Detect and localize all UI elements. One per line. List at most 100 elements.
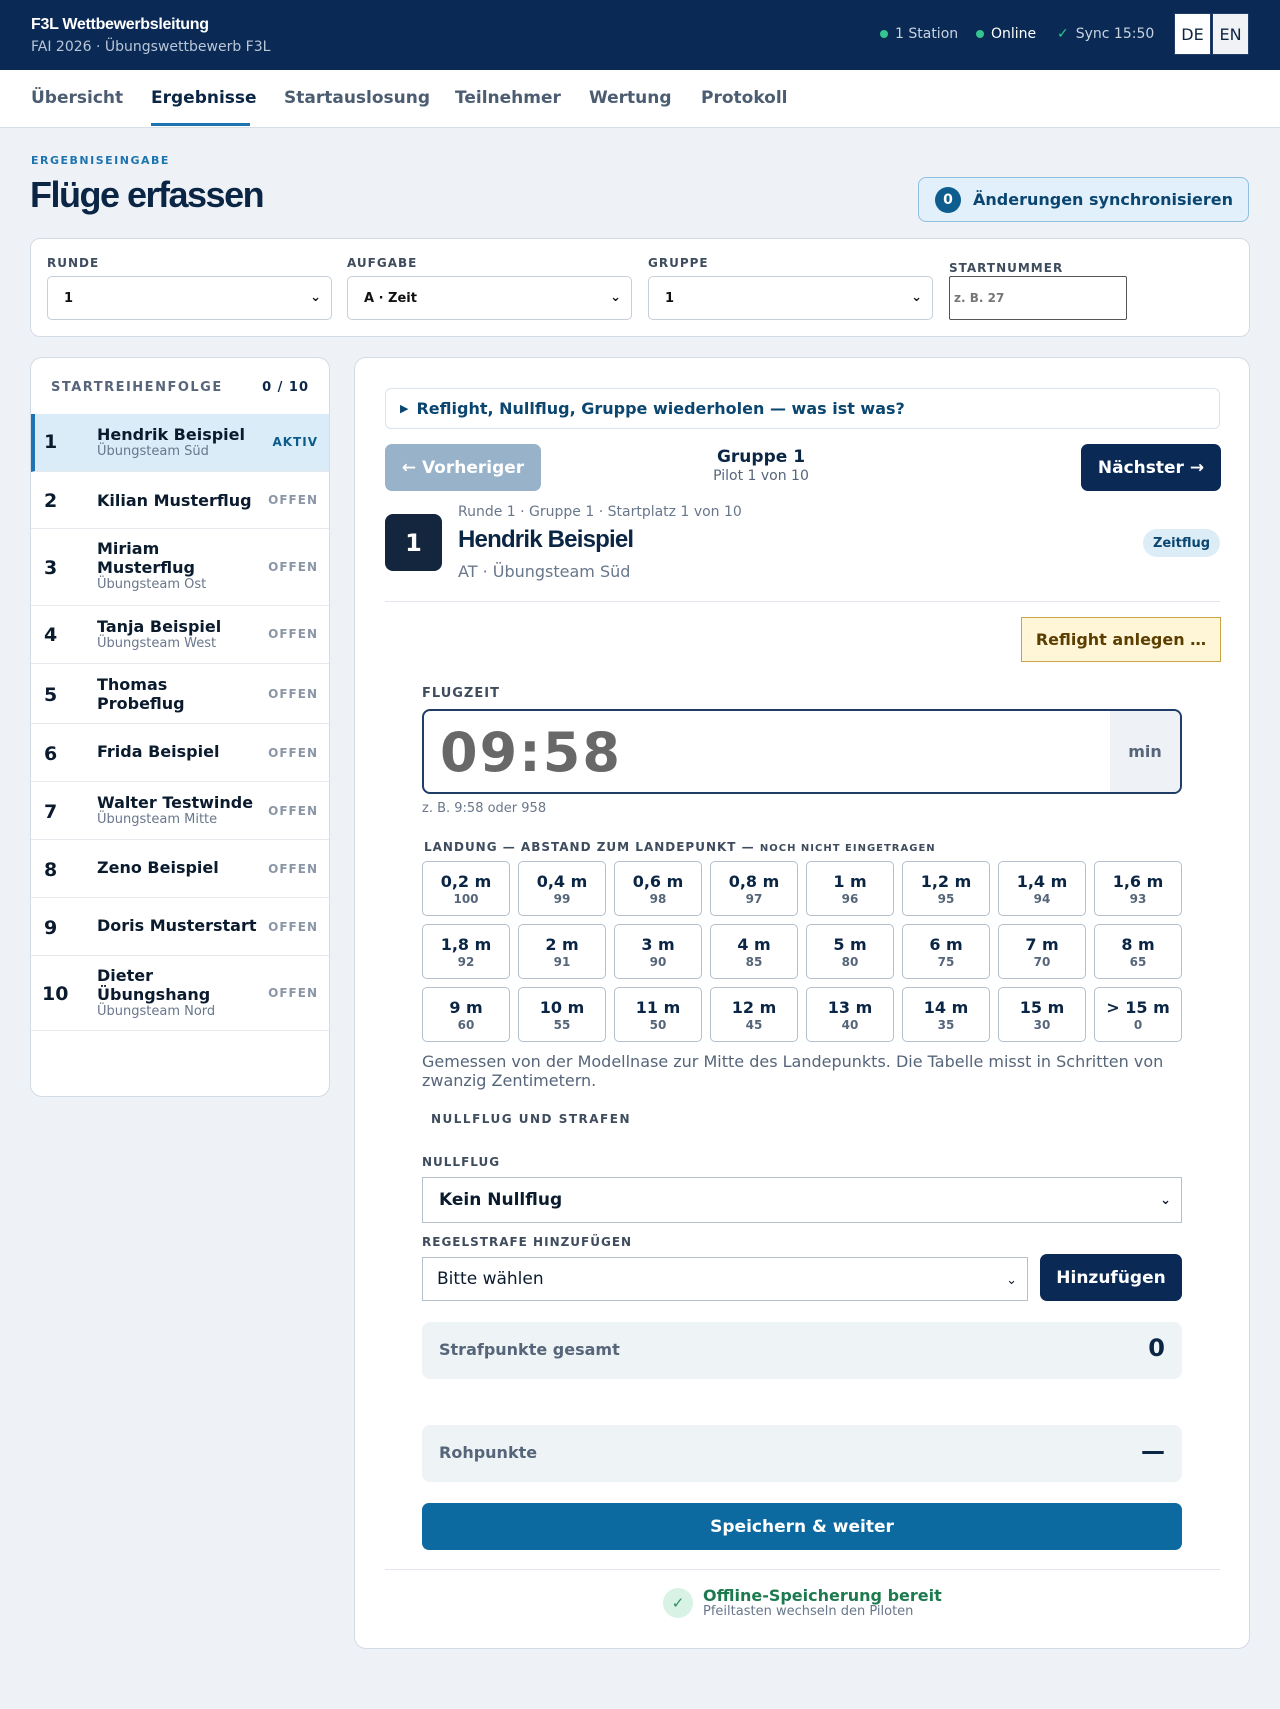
flight-time-input[interactable]: 09:58 min [422,709,1182,794]
landing-option-button[interactable]: 14 m 35 [902,987,990,1042]
pilot-row[interactable]: 7 Walter Testwinde Übungsteam Mitte OFFE… [31,782,329,840]
pilot-name: Tanja Beispiel [97,617,222,636]
pilot-row[interactable]: 3 Miriam Musterflug Übungsteam Ost OFFEN [31,529,329,606]
pilot-team: Übungsteam Nord [97,1004,216,1019]
landing-distance: 2 m [545,934,579,954]
round-select[interactable]: 1 ⌄ [47,276,332,320]
landing-option-button[interactable]: 1,8 m 92 [422,924,510,979]
pilot-row[interactable]: 1 Hendrik Beispiel Übungsteam Süd AKTIV [31,414,329,472]
tab-protokoll[interactable]: Protokoll [701,88,788,108]
pilot-row[interactable]: 2 Kilian Musterflug OFFEN [31,472,329,529]
page-title: Flüge erfassen [30,174,265,215]
pilot-row[interactable]: 8 Zeno Beispiel OFFEN [31,840,329,898]
landing-option-button[interactable]: 8 m 65 [1094,924,1182,979]
task-value: A · Zeit [364,290,417,306]
task-label: AUFGABE [347,256,418,270]
pilot-name: Zeno Beispiel [97,858,219,877]
task-badge: Zeitflug [1143,529,1220,557]
pilot-row[interactable]: 4 Tanja Beispiel Übungsteam West OFFEN [31,606,329,664]
landing-option-button[interactable]: 3 m 90 [614,924,702,979]
tab-wertung[interactable]: Wertung [589,88,672,108]
landing-option-button[interactable]: 1 m 96 [806,861,894,916]
landing-option-button[interactable]: 0,4 m 99 [518,861,606,916]
pilot-number: 10 [42,983,69,1005]
landing-option-button[interactable]: 1,2 m 95 [902,861,990,916]
landing-distance: 11 m [635,997,681,1017]
penalty-select[interactable]: Bitte wählen ⌄ [422,1257,1028,1301]
landing-distance: 0,4 m [536,871,588,891]
landing-option-button[interactable]: 13 m 40 [806,987,894,1042]
nullflug-select[interactable]: Kein Nullflug ⌄ [422,1177,1182,1223]
status-badge: OFFEN [268,560,318,574]
save-next-button[interactable]: Speichern & weiter [422,1503,1182,1550]
status-badge: OFFEN [268,687,318,701]
landing-points: 70 [1033,954,1051,969]
next-button[interactable]: Nächster → [1081,444,1221,491]
sync-button-label: Änderungen synchronisieren [973,190,1233,209]
tab-uebersicht[interactable]: Übersicht [31,88,123,108]
add-penalty-button[interactable]: Hinzufügen [1040,1254,1182,1301]
landing-option-button[interactable]: 2 m 91 [518,924,606,979]
main-nav: Übersicht Ergebnisse Startauslosung Teil… [0,70,1280,128]
status-badge: OFFEN [268,804,318,818]
landing-option-button[interactable]: 1,4 m 94 [998,861,1086,916]
station-label: 1 Station [895,26,959,42]
lang-en-button[interactable]: EN [1212,13,1249,55]
group-title: Gruppe 1 [716,447,806,467]
reflight-button[interactable]: Reflight anlegen … [1021,617,1221,662]
landing-option-button[interactable]: 10 m 55 [518,987,606,1042]
landing-option-button[interactable]: 15 m 30 [998,987,1086,1042]
flight-time-hint: z. B. 9:58 oder 958 [422,801,547,816]
landing-option-button[interactable]: 7 m 70 [998,924,1086,979]
status-badge: OFFEN [268,862,318,876]
landing-points: 98 [649,891,667,906]
penalty-section-heading: NULLFLUG UND STRAFEN [431,1112,631,1126]
pilot-row[interactable]: 10 Dieter Übungshang Übungsteam Nord OFF… [31,956,329,1031]
lang-de-button[interactable]: DE [1174,13,1211,55]
landing-distance: 0,6 m [632,871,684,891]
landing-points: 0 [1133,1017,1143,1032]
task-select[interactable]: A · Zeit ⌄ [347,276,632,320]
penalty-label: REGELSTRAFE HINZUFÜGEN [422,1235,633,1249]
landing-option-button[interactable]: 4 m 85 [710,924,798,979]
status-badge: OFFEN [268,986,318,1000]
pilot-name: Doris Musterstart [97,916,257,935]
pilot-row[interactable]: 6 Frida Beispiel OFFEN [31,724,329,782]
nullflug-value: Kein Nullflug [439,1190,563,1210]
landing-option-button[interactable]: 12 m 45 [710,987,798,1042]
landing-points: 99 [553,891,571,906]
status-badge: OFFEN [268,746,318,760]
landing-option-button[interactable]: 1,6 m 93 [1094,861,1182,916]
flight-time-unit: min [1110,711,1180,792]
start-number-input[interactable]: z. B. 27 [949,276,1127,320]
previous-button[interactable]: ← Vorheriger [385,444,541,491]
pilot-team: Übungsteam West [97,636,217,651]
landing-option-button[interactable]: 0,6 m 98 [614,861,702,916]
landing-option-button[interactable]: 9 m 60 [422,987,510,1042]
online-label: Online [991,26,1037,42]
chevron-down-icon: ⌄ [1160,1193,1171,1208]
tab-startauslosung[interactable]: Startauslosung [284,88,430,108]
tab-teilnehmer[interactable]: Teilnehmer [455,88,561,108]
pilot-name: Walter Testwinde [97,793,254,812]
tab-ergebnisse[interactable]: Ergebnisse [151,88,257,108]
landing-points: 85 [745,954,763,969]
landing-option-button[interactable]: 0,8 m 97 [710,861,798,916]
landing-option-button[interactable]: 6 m 75 [902,924,990,979]
landing-note: Gemessen von der Modellnase zur Mitte de… [422,1052,1164,1090]
pilot-name: Thomas Probeflug [97,675,185,713]
landing-distance: 3 m [641,934,675,954]
landing-distance: 15 m [1019,997,1065,1017]
landing-option-button[interactable]: 0,2 m 100 [422,861,510,916]
sync-button[interactable]: 0 Änderungen synchronisieren [918,177,1249,222]
landing-option-button[interactable]: 11 m 50 [614,987,702,1042]
help-disclosure[interactable]: ▶ Reflight, Nullflug, Gruppe wiederholen… [385,388,1220,429]
landing-distance: 7 m [1025,934,1059,954]
group-select[interactable]: 1 ⌄ [648,276,933,320]
landing-grid: 0,2 m 100 0,4 m 99 0,6 m 98 0,8 m 97 1 m 96 1,2 m9… [422,861,1182,1042]
landing-option-button[interactable]: 5 m 80 [806,924,894,979]
landing-option-button[interactable]: > 15 m0 [1094,987,1182,1042]
pilot-row[interactable]: 9 Doris Musterstart OFFEN [31,898,329,956]
offline-status-hint: Pfeiltasten wechseln den Piloten [703,1604,914,1619]
pilot-row[interactable]: 5 Thomas Probeflug OFFEN [31,664,329,724]
